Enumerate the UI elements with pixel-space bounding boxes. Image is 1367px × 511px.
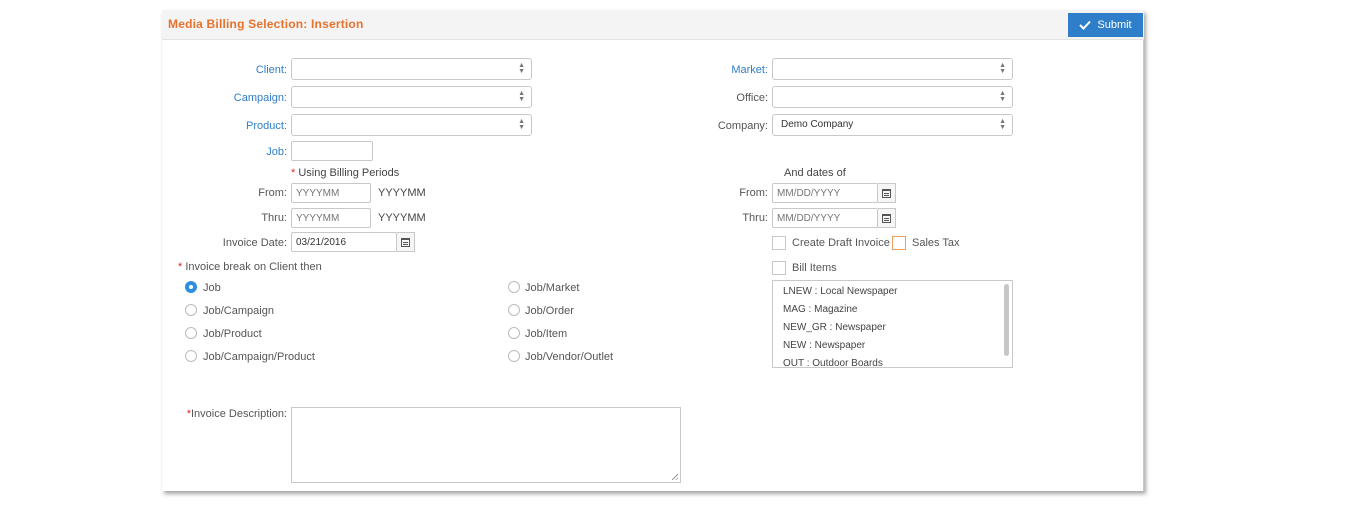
radio-job-campaign[interactable] — [185, 304, 197, 316]
client-label: Client: — [255, 64, 287, 76]
job-label: Job: — [266, 146, 287, 158]
create-draft-checkbox[interactable] — [772, 236, 786, 250]
from-period-input[interactable] — [291, 183, 371, 203]
invoice-date-label: Invoice Date: — [222, 237, 287, 249]
bill-items-listbox[interactable]: LNEW : Local Newspaper MAG : Magazine NE… — [772, 280, 1013, 368]
invoice-date-calendar-button[interactable] — [397, 232, 415, 252]
calendar-icon — [882, 188, 891, 198]
from-period-hint: YYYYMM — [378, 187, 426, 199]
radio-job-vendor-outlet[interactable] — [508, 350, 520, 362]
radio-job-market-label: Job/Market — [525, 282, 580, 294]
radio-job-vendor-outlet-label: Job/Vendor/Outlet — [525, 351, 614, 363]
submit-button[interactable]: Submit — [1068, 13, 1143, 37]
list-item[interactable]: MAG : Magazine — [783, 303, 1012, 321]
check-icon — [1079, 20, 1092, 30]
thru-date-input[interactable] — [772, 208, 878, 228]
sales-tax-label: Sales Tax — [912, 237, 960, 249]
invoice-break-label: * Invoice break on Client then — [178, 261, 322, 273]
updown-arrows-icon: ▲ ▼ — [999, 118, 1006, 131]
campaign-select[interactable]: ▲ ▼ — [291, 86, 532, 108]
invoice-date-input[interactable] — [291, 232, 397, 252]
product-select[interactable]: ▲ ▼ — [291, 114, 532, 136]
bill-items-list: LNEW : Local Newspaper MAG : Magazine NE… — [773, 281, 1012, 367]
radio-job-item-label: Job/Item — [525, 328, 568, 340]
list-item[interactable]: NEW : Newspaper — [783, 339, 1012, 357]
updown-arrows-icon: ▲ ▼ — [518, 90, 525, 103]
radio-job-campaign-product-label: Job/Campaign/Product — [203, 351, 315, 363]
calendar-icon — [401, 237, 410, 247]
updown-arrows-icon: ▲ ▼ — [518, 62, 525, 75]
create-draft-label: Create Draft Invoice — [792, 237, 890, 249]
media-billing-panel: Media Billing Selection: Insertion Submi… — [162, 10, 1144, 491]
page-title: Media Billing Selection: Insertion — [168, 17, 364, 31]
calendar-icon — [882, 213, 891, 223]
thru-date-calendar-button[interactable] — [878, 208, 896, 228]
invoice-description-textarea[interactable] — [291, 407, 681, 483]
radio-job-order[interactable] — [508, 304, 520, 316]
from-date-input[interactable] — [772, 183, 878, 203]
radio-job-item[interactable] — [508, 327, 520, 339]
radio-job-order-label: Job/Order — [525, 305, 574, 317]
dates-note: And dates of — [784, 167, 846, 179]
updown-arrows-icon: ▲ ▼ — [999, 90, 1006, 103]
from-date-label: From: — [739, 187, 768, 199]
from-date-calendar-button[interactable] — [878, 183, 896, 203]
billing-periods-text: Using Billing Periods — [298, 167, 400, 179]
radio-job-label: Job — [203, 282, 221, 294]
company-label: Company: — [717, 120, 768, 132]
panel-header: Media Billing Selection: Insertion Submi… — [162, 10, 1144, 40]
radio-job-market[interactable] — [508, 281, 520, 293]
from-period-label: From: — [258, 187, 287, 199]
invoice-description-text: Invoice Description: — [191, 408, 287, 420]
list-item[interactable]: LNEW : Local Newspaper — [783, 285, 1012, 303]
radio-job[interactable] — [185, 281, 197, 293]
sales-tax-checkbox[interactable] — [892, 236, 906, 250]
campaign-label: Campaign: — [233, 92, 287, 104]
radio-job-campaign-product[interactable] — [185, 350, 197, 362]
company-select[interactable]: Demo Company ▲ ▼ — [772, 114, 1013, 136]
office-label: Office: — [736, 92, 768, 104]
thru-period-hint: YYYYMM — [378, 212, 426, 224]
office-select[interactable]: ▲ ▼ — [772, 86, 1013, 108]
resize-handle-icon[interactable] — [672, 474, 678, 480]
thru-period-label: Thru: — [261, 212, 287, 224]
updown-arrows-icon: ▲ ▼ — [518, 118, 525, 131]
invoice-description-label: *Invoice Description: — [172, 408, 287, 420]
listbox-scrollbar[interactable] — [1004, 284, 1009, 356]
bill-items-checkbox[interactable] — [772, 261, 786, 275]
list-item[interactable]: OUT : Outdoor Boards — [783, 357, 1012, 367]
submit-label: Submit — [1097, 19, 1132, 31]
bill-items-label: Bill Items — [792, 262, 837, 274]
list-item[interactable]: NEW_GR : Newspaper — [783, 321, 1012, 339]
radio-job-product[interactable] — [185, 327, 197, 339]
company-select-value: Demo Company — [781, 119, 854, 130]
market-select[interactable]: ▲ ▼ — [772, 58, 1013, 80]
thru-period-input[interactable] — [291, 208, 371, 228]
client-select[interactable]: ▲ ▼ — [291, 58, 532, 80]
invoice-break-text: Invoice break on Client then — [185, 261, 322, 273]
product-label: Product: — [246, 120, 287, 132]
radio-job-product-label: Job/Product — [203, 328, 262, 340]
billing-periods-note: * Using Billing Periods — [291, 167, 399, 179]
job-input[interactable] — [291, 141, 373, 161]
updown-arrows-icon: ▲ ▼ — [999, 62, 1006, 75]
radio-job-campaign-label: Job/Campaign — [203, 305, 274, 317]
market-label: Market: — [731, 64, 768, 76]
thru-date-label: Thru: — [742, 212, 768, 224]
